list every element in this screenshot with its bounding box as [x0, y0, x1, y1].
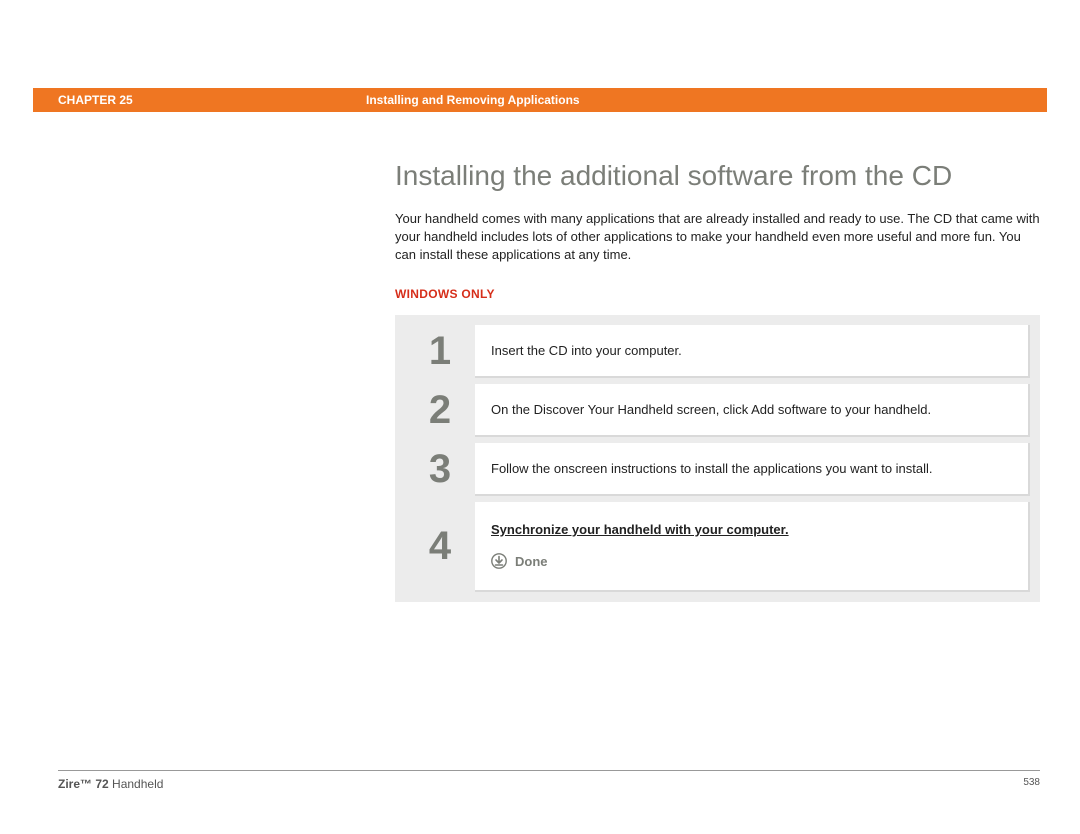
- platform-label: WINDOWS ONLY: [395, 287, 1040, 301]
- step-number: 3: [405, 443, 475, 496]
- main-content: Installing the additional software from …: [395, 160, 1040, 602]
- step-body: On the Discover Your Handheld screen, cl…: [475, 384, 1030, 437]
- step-number: 4: [405, 502, 475, 592]
- step-number: 2: [405, 384, 475, 437]
- chapter-label: CHAPTER 25: [33, 93, 366, 107]
- synchronize-link[interactable]: Synchronize your handheld with your comp…: [491, 522, 1012, 537]
- step-body: Follow the onscreen instructions to inst…: [475, 443, 1030, 496]
- product-name-bold: Zire™ 72: [58, 777, 109, 791]
- done-indicator: Done: [491, 553, 1012, 569]
- product-name-rest: Handheld: [109, 777, 164, 791]
- step-row: 4 Synchronize your handheld with your co…: [405, 502, 1030, 592]
- step-row: 3 Follow the onscreen instructions to in…: [405, 443, 1030, 496]
- page-footer: Zire™ 72 Handheld 538: [58, 770, 1040, 791]
- step-text: Insert the CD into your computer.: [491, 343, 1012, 358]
- done-label: Done: [515, 554, 548, 569]
- page-title: Installing the additional software from …: [395, 160, 1040, 192]
- intro-paragraph: Your handheld comes with many applicatio…: [395, 210, 1040, 265]
- product-name: Zire™ 72 Handheld: [58, 777, 163, 791]
- chapter-header: CHAPTER 25 Installing and Removing Appli…: [33, 88, 1047, 112]
- page-number: 538: [1023, 777, 1040, 791]
- step-row: 1 Insert the CD into your computer.: [405, 325, 1030, 378]
- step-text: Follow the onscreen instructions to inst…: [491, 461, 1012, 476]
- section-title: Installing and Removing Applications: [366, 93, 580, 107]
- step-row: 2 On the Discover Your Handheld screen, …: [405, 384, 1030, 437]
- step-number: 1: [405, 325, 475, 378]
- step-body: Synchronize your handheld with your comp…: [475, 502, 1030, 592]
- step-text: On the Discover Your Handheld screen, cl…: [491, 402, 1012, 417]
- step-body: Insert the CD into your computer.: [475, 325, 1030, 378]
- steps-container: 1 Insert the CD into your computer. 2 On…: [395, 315, 1040, 602]
- done-arrow-icon: [491, 553, 507, 569]
